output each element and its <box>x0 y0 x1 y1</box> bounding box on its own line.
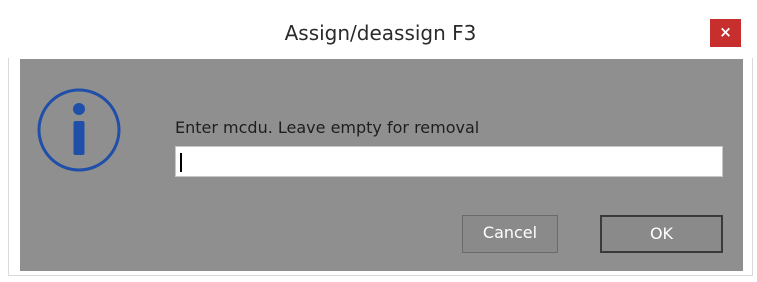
mcdu-input[interactable] <box>175 146 723 177</box>
text-caret <box>180 153 182 172</box>
cancel-button[interactable]: Cancel <box>462 215 558 253</box>
ok-button[interactable]: OK <box>600 215 723 253</box>
close-button[interactable]: × <box>710 19 741 47</box>
close-icon: × <box>719 23 732 41</box>
dialog-body: Enter mcdu. Leave empty for removal Canc… <box>20 59 743 271</box>
dialog-title: Assign/deassign F3 <box>284 21 477 45</box>
info-icon <box>37 88 121 172</box>
prompt-label: Enter mcdu. Leave empty for removal <box>175 118 480 137</box>
dialog-window: Assign/deassign F3 × Enter mcdu. Leave e… <box>0 0 757 282</box>
title-bar[interactable]: Assign/deassign F3 × <box>8 8 753 58</box>
